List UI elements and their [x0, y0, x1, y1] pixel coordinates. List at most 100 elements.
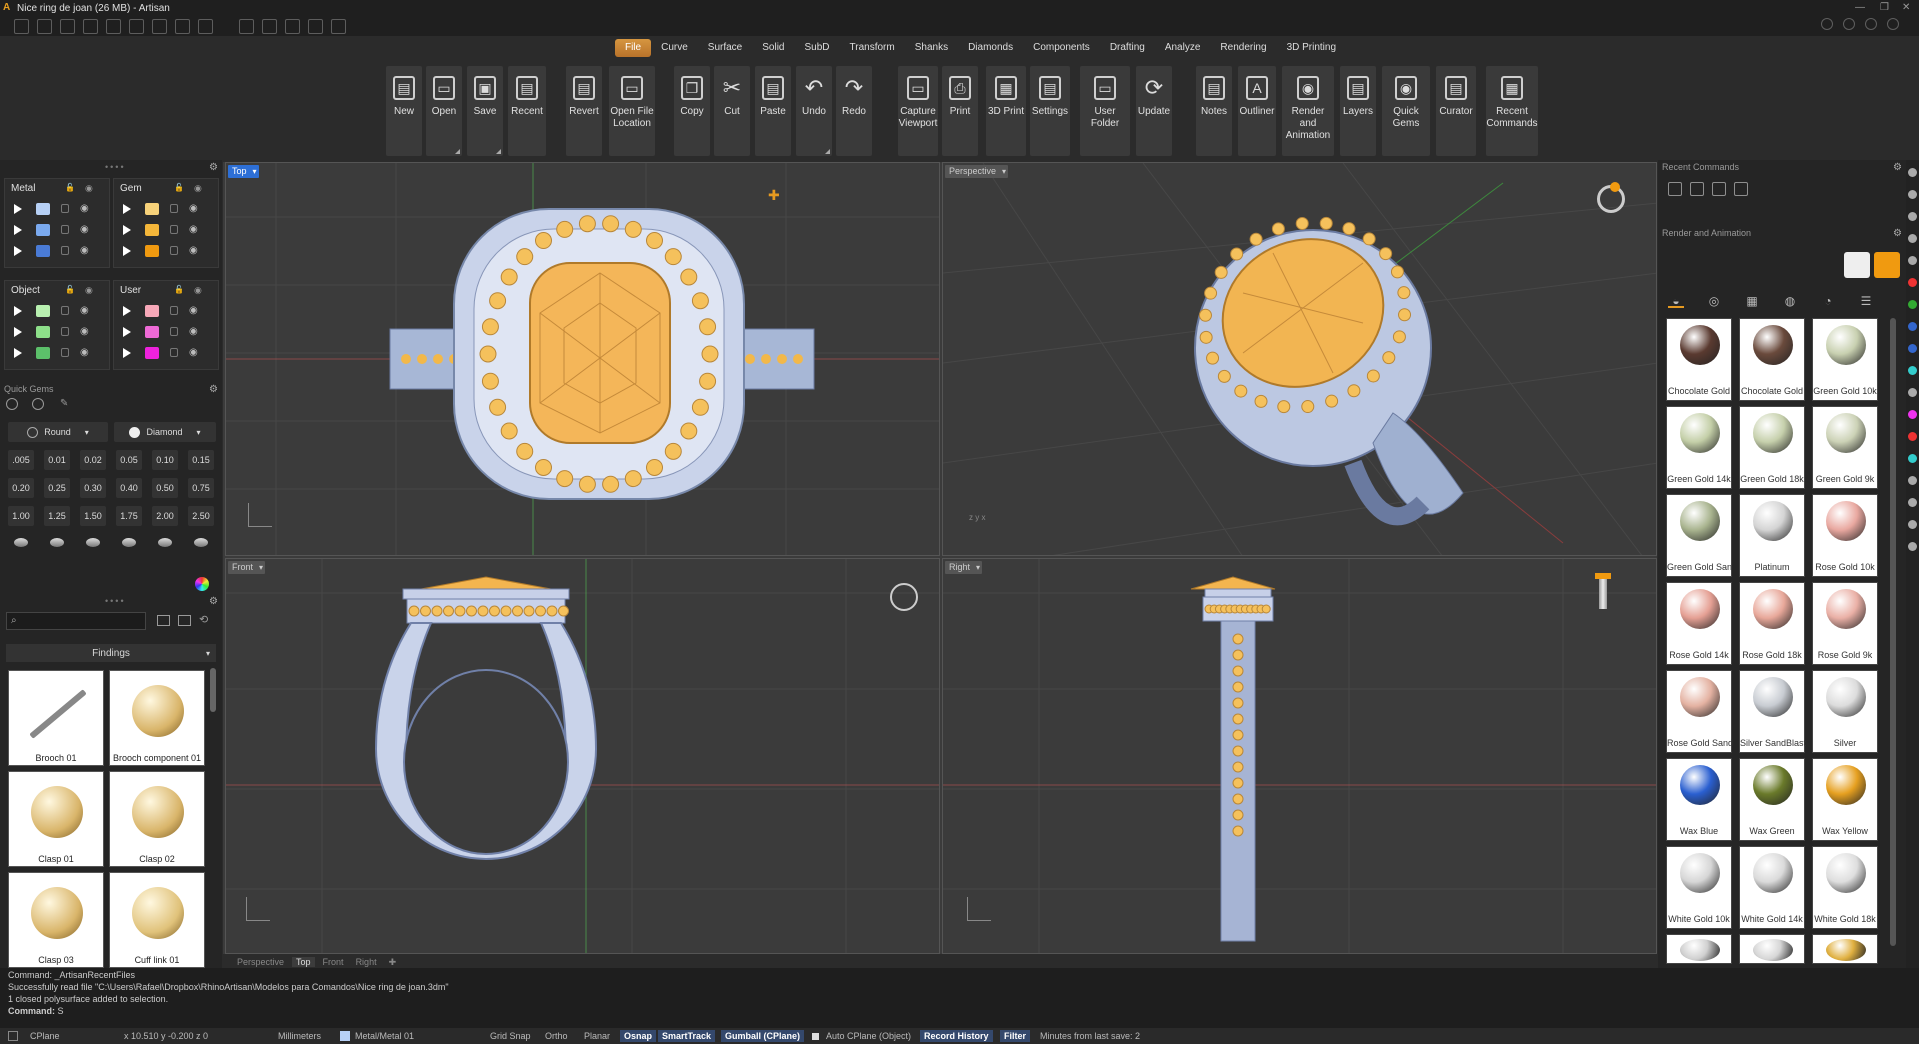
material-swatch[interactable]: Chocolate Gold [1666, 318, 1732, 401]
findings-scrollbar[interactable] [210, 668, 216, 712]
eye-icon[interactable]: ◉ [85, 285, 93, 296]
finding-item[interactable]: Clasp 02 [109, 771, 205, 867]
grid-snap-toggle[interactable]: Grid Snap [490, 1030, 531, 1042]
gem-shape-icon[interactable] [116, 532, 142, 552]
tab-shanks[interactable]: Shanks [905, 39, 958, 57]
environment-tab-icon[interactable]: ◎ [1706, 294, 1722, 308]
clipboard-icon[interactable] [1668, 182, 1682, 196]
layers-button[interactable]: ▤ Layers [1340, 66, 1376, 156]
cut-button[interactable]: ✂ Cut [714, 66, 750, 156]
perspective-viewport[interactable]: Perspective z y x [942, 162, 1657, 556]
eye-icon[interactable]: ◉ [80, 224, 89, 235]
layer-row[interactable]: ◉ [118, 345, 214, 361]
side-tool-icon[interactable] [1908, 278, 1917, 287]
tab-surface[interactable]: Surface [698, 39, 752, 57]
lock-icon[interactable] [61, 348, 69, 357]
eye-icon[interactable]: ◉ [194, 285, 202, 296]
lock-icon[interactable]: 🔓 [174, 183, 184, 192]
eye-icon[interactable]: ◉ [189, 245, 198, 256]
viewport-label-right[interactable]: Right [945, 561, 983, 574]
viewport-label-perspective[interactable]: Perspective [945, 165, 1009, 178]
maximize-button[interactable]: ❐ [1880, 2, 1889, 13]
findings-category-select[interactable]: Findings ▾ [6, 644, 216, 662]
planar-toggle[interactable]: Planar [584, 1030, 610, 1042]
lock-icon[interactable] [170, 225, 178, 234]
lock-icon[interactable] [61, 327, 69, 336]
side-tool-icon[interactable] [1908, 344, 1917, 353]
dropdown-arrow-icon[interactable] [825, 149, 830, 154]
render-and-animation-button[interactable]: ◉ Render and Animation [1282, 66, 1334, 156]
lock-icon[interactable]: 🔓 [65, 285, 75, 294]
play-icon[interactable] [123, 204, 131, 214]
osnap-toggle[interactable]: Osnap [620, 1030, 657, 1042]
finding-item[interactable]: Brooch component 01 [109, 670, 205, 766]
gem-size-button[interactable]: 0.01 [44, 450, 70, 470]
side-tool-icon[interactable] [1908, 256, 1917, 265]
right-viewport[interactable]: Right [942, 558, 1657, 954]
gem-size-button[interactable]: 2.00 [152, 506, 178, 526]
material-swatch[interactable]: Green Gold San [1666, 494, 1732, 577]
layer-row[interactable]: ◉ [9, 201, 105, 217]
gem-size-button[interactable]: 1.50 [80, 506, 106, 526]
side-tool-icon[interactable] [1908, 520, 1917, 529]
new-button[interactable]: ▤ New [386, 66, 422, 156]
side-tool-icon[interactable] [1908, 432, 1917, 441]
lock-icon[interactable]: 🔓 [174, 285, 184, 294]
new-template-icon[interactable] [37, 18, 52, 34]
curator-button[interactable]: ▤ Curator [1436, 66, 1476, 156]
save-icon[interactable] [1712, 182, 1726, 196]
front-viewport[interactable]: Front [225, 558, 940, 954]
viewport-label-front[interactable]: Front [228, 561, 266, 574]
tab-analyze[interactable]: Analyze [1155, 39, 1211, 57]
gem-size-button[interactable]: 0.30 [80, 478, 106, 498]
layer-row[interactable]: ◉ [9, 222, 105, 238]
gem-size-button[interactable]: .005 [8, 450, 34, 470]
layer-row[interactable]: ◉ [9, 324, 105, 340]
play-icon[interactable] [123, 246, 131, 256]
recent-commands-gear-icon[interactable]: ⚙ [1893, 162, 1902, 173]
play-icon[interactable] [123, 225, 131, 235]
findings-settings-gear-icon[interactable]: ⚙ [209, 596, 218, 607]
play-icon[interactable] [14, 348, 22, 358]
eye-icon[interactable]: ◉ [189, 347, 198, 358]
play-icon[interactable] [123, 348, 131, 358]
gem-shape-icon[interactable] [44, 532, 70, 552]
layer-color-swatch[interactable] [145, 224, 159, 236]
copy-button[interactable]: ❐ Copy [674, 66, 710, 156]
material-swatch[interactable]: Wax Blue [1666, 758, 1732, 841]
tab-file[interactable]: File [614, 39, 652, 57]
layer-color-swatch[interactable] [36, 203, 50, 215]
material-swatch[interactable] [1666, 934, 1732, 964]
lock-icon[interactable] [61, 225, 69, 234]
play-icon[interactable] [14, 327, 22, 337]
tab-subd[interactable]: SubD [795, 39, 840, 57]
command-input[interactable]: S [58, 1006, 64, 1016]
open-file-location-button[interactable]: ▭ Open File Location [609, 66, 655, 156]
save-as-icon[interactable] [175, 18, 190, 34]
render-gear-icon[interactable]: ⚙ [1893, 228, 1902, 239]
sketch-tool-icon[interactable] [262, 18, 277, 34]
layer-color-swatch[interactable] [36, 326, 50, 338]
tab-3d-printing[interactable]: 3D Printing [1277, 39, 1346, 57]
save-icon[interactable] [152, 18, 167, 34]
material-swatch[interactable]: Rose Gold 18k [1739, 582, 1805, 665]
gem-size-button[interactable]: 0.05 [116, 450, 142, 470]
layer-color-swatch[interactable] [145, 245, 159, 257]
gem-size-button[interactable]: 1.00 [8, 506, 34, 526]
layer-row[interactable]: ◉ [9, 303, 105, 319]
play-icon[interactable] [123, 306, 131, 316]
quick-gems-settings-gear-icon[interactable]: ⚙ [209, 384, 218, 395]
layer-color-swatch[interactable] [145, 326, 159, 338]
lock-icon[interactable] [170, 306, 178, 315]
autocplane-checkbox[interactable] [812, 1033, 819, 1040]
material-swatch[interactable]: Silver [1812, 670, 1878, 753]
material-swatch[interactable]: Chocolate Gold [1739, 318, 1805, 401]
eye-icon[interactable]: ◉ [189, 203, 198, 214]
render-preview-white-button[interactable] [1844, 252, 1870, 278]
material-swatch[interactable]: White Gold 14k [1739, 846, 1805, 929]
refresh-icon[interactable]: ⟲ [199, 613, 208, 626]
gem-shape-icon[interactable] [8, 532, 34, 552]
material-swatch[interactable]: White Gold 18k [1812, 846, 1878, 929]
paste-button[interactable]: ▤ Paste [755, 66, 791, 156]
material-swatch[interactable]: Wax Green [1739, 758, 1805, 841]
